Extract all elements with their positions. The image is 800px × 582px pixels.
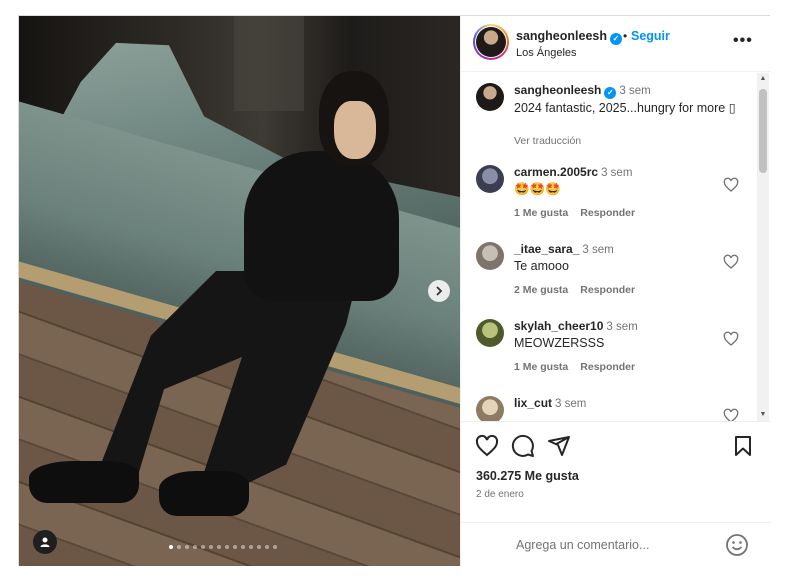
- photo-shoe-right: [159, 471, 249, 516]
- comment-text: 🤩🤩🤩: [514, 182, 561, 196]
- comment-time: 3 sem: [582, 244, 614, 256]
- tagged-people-button[interactable]: [33, 530, 57, 554]
- photo-person-face: [334, 101, 376, 159]
- reply-button[interactable]: Responder: [580, 284, 635, 296]
- location-link[interactable]: Los Ángeles: [516, 47, 577, 59]
- comment-username[interactable]: lix_cut: [514, 396, 552, 410]
- carousel-dot: [217, 545, 221, 549]
- verified-badge-icon: ✓: [604, 87, 617, 99]
- avatar: [476, 27, 506, 57]
- comment-likes[interactable]: 1 Me gusta: [514, 207, 568, 219]
- comment-username-line: skylah_cheer10 3 sem: [514, 319, 638, 333]
- post-photo[interactable]: [19, 16, 460, 566]
- story-ring[interactable]: [473, 24, 509, 60]
- comment-time: 3 sem: [555, 398, 587, 410]
- avatar[interactable]: [476, 83, 504, 111]
- carousel-dot: [225, 545, 229, 549]
- comment-input[interactable]: [516, 535, 716, 555]
- carousel-dot: [249, 545, 253, 549]
- reply-button[interactable]: Responder: [580, 207, 635, 219]
- comment-item: carmen.2005rc 3 sem 🤩🤩🤩 1 Me gusta Respond…: [461, 165, 757, 225]
- comment-like-heart-icon[interactable]: [723, 177, 739, 193]
- comment-composer: [461, 522, 771, 567]
- heart-icon[interactable]: [475, 434, 499, 458]
- scrollbar-thumb[interactable]: [759, 89, 767, 173]
- caption: sangheonleesh ✓ 3 sem 2024 fantastic, 2025…: [461, 83, 757, 153]
- comment-meta: 2 Me gusta Responder: [514, 284, 635, 296]
- separator-dot: •: [623, 29, 628, 43]
- comments-scrollbar[interactable]: ▲ ▼: [757, 73, 769, 421]
- post-actions: 360.275 Me gusta 2 de enero: [461, 421, 771, 566]
- photo-person-torso: [244, 151, 399, 301]
- share-icon[interactable]: [547, 434, 571, 458]
- carousel-dot: [209, 545, 213, 549]
- carousel-dot: [233, 545, 237, 549]
- photo-shoe-left: [29, 461, 139, 503]
- comment-item: lix_cut 3 sem: [461, 396, 757, 421]
- comments-list[interactable]: sangheonleesh ✓ 3 sem 2024 fantastic, 2025…: [461, 73, 757, 421]
- post-sidebar: sangheonleesh ✓ • Seguir Los Ángeles ••• …: [460, 16, 771, 566]
- caption-username-line: sangheonleesh ✓ 3 sem: [514, 83, 651, 99]
- avatar[interactable]: [476, 242, 504, 270]
- carousel-dot: [169, 545, 173, 549]
- scroll-down-arrow-icon[interactable]: ▼: [757, 409, 769, 421]
- header-username[interactable]: sangheonleesh ✓: [516, 29, 622, 45]
- carousel-dot: [273, 545, 277, 549]
- header-username-text: sangheonleesh: [516, 29, 607, 43]
- comment-username-line: lix_cut 3 sem: [514, 396, 586, 410]
- comment-username[interactable]: carmen.2005rc: [514, 165, 598, 179]
- carousel-dot: [241, 545, 245, 549]
- comment-item: _itae_sara_ 3 sem Te amooo 2 Me gusta Resp…: [461, 242, 757, 302]
- comment-text: Te amooo: [514, 259, 569, 273]
- comment-username-line: carmen.2005rc 3 sem: [514, 165, 632, 179]
- carousel-dot: [257, 545, 261, 549]
- comment-username-line: _itae_sara_ 3 sem: [514, 242, 614, 256]
- carousel-dot: [177, 545, 181, 549]
- comment-meta: 1 Me gusta Responder: [514, 361, 635, 373]
- next-slide-button[interactable]: [428, 280, 450, 302]
- comment-username[interactable]: skylah_cheer10: [514, 319, 603, 333]
- verified-badge-icon: ✓: [610, 33, 622, 45]
- more-options-icon[interactable]: •••: [733, 32, 753, 50]
- comment-username[interactable]: _itae_sara_: [514, 242, 579, 256]
- chevron-right-icon: [436, 286, 443, 296]
- person-tag-icon: [40, 537, 50, 547]
- carousel-dot: [193, 545, 197, 549]
- comment-time: 3 sem: [601, 167, 633, 179]
- avatar[interactable]: [476, 319, 504, 347]
- follow-button[interactable]: Seguir: [631, 29, 670, 43]
- comment-like-heart-icon[interactable]: [723, 408, 739, 421]
- bookmark-icon[interactable]: [731, 434, 755, 458]
- comment-like-heart-icon[interactable]: [723, 331, 739, 347]
- caption-time: 3 sem: [619, 85, 651, 97]
- emoji-icon[interactable]: [725, 533, 749, 557]
- carousel-dot: [185, 545, 189, 549]
- caption-text: 2024 fantastic, 2025...hungry for more ▯: [514, 101, 736, 115]
- carousel-dot: [265, 545, 269, 549]
- comment-icon[interactable]: [511, 434, 535, 458]
- post-header: sangheonleesh ✓ • Seguir Los Ángeles •••: [461, 16, 771, 72]
- reply-button[interactable]: Responder: [580, 361, 635, 373]
- post-date: 2 de enero: [476, 489, 524, 500]
- likes-count[interactable]: 360.275 Me gusta: [476, 469, 579, 483]
- comment-time: 3 sem: [606, 321, 638, 333]
- photo-door: [234, 16, 304, 111]
- see-translation-link[interactable]: Ver traducción: [514, 135, 581, 147]
- avatar[interactable]: [476, 396, 504, 421]
- comment-text: MEOWZERSSS: [514, 336, 605, 350]
- caption-username[interactable]: sangheonleesh: [514, 83, 601, 97]
- scroll-up-arrow-icon[interactable]: ▲: [757, 73, 769, 85]
- comment-likes[interactable]: 1 Me gusta: [514, 361, 568, 373]
- carousel-dot: [201, 545, 205, 549]
- comment-like-heart-icon[interactable]: [723, 254, 739, 270]
- avatar[interactable]: [476, 165, 504, 193]
- comment-meta: 1 Me gusta Responder: [514, 207, 635, 219]
- carousel-indicator: [169, 545, 277, 549]
- comment-likes[interactable]: 2 Me gusta: [514, 284, 568, 296]
- comment-item: skylah_cheer10 3 sem MEOWZERSSS 1 Me gust…: [461, 319, 757, 379]
- post-modal: sangheonleesh ✓ • Seguir Los Ángeles ••• …: [18, 15, 771, 566]
